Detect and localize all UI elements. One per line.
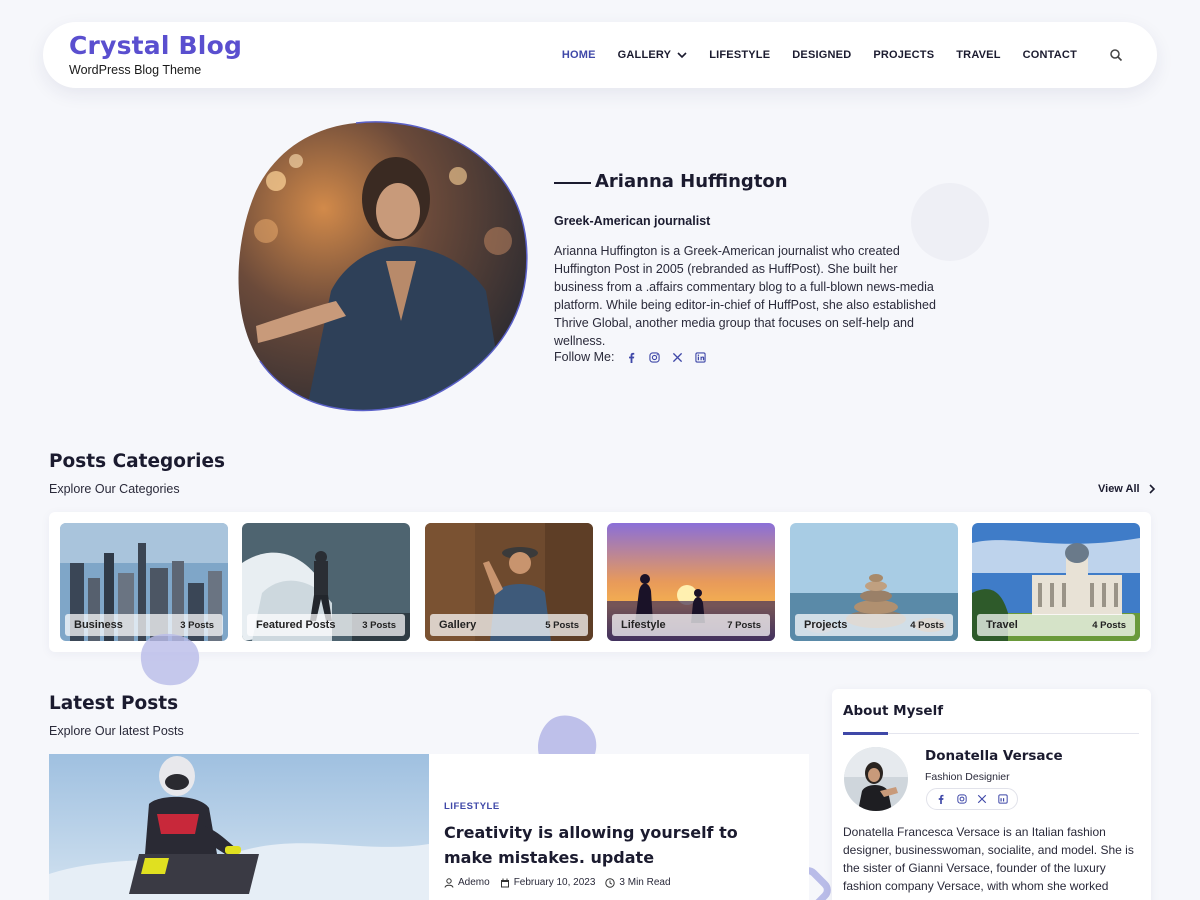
site-header: Crystal Blog WordPress Blog Theme HOME G…	[43, 22, 1157, 88]
search-icon[interactable]	[1109, 48, 1123, 62]
nav-lifestyle-label: LIFESTYLE	[709, 49, 771, 61]
x-icon[interactable]	[672, 352, 683, 363]
category-count: 7 Posts	[727, 619, 761, 631]
chevron-down-icon	[677, 52, 687, 59]
facebook-icon[interactable]	[936, 794, 946, 804]
category-name: Gallery	[439, 619, 477, 631]
nav-travel[interactable]: TRAVEL	[956, 49, 1000, 61]
category-label-bar: Featured Posts 3 Posts	[247, 614, 405, 636]
category-card-gallery[interactable]: Gallery 5 Posts	[425, 523, 593, 641]
chevron-right-icon	[1149, 484, 1155, 494]
nav-travel-label: TRAVEL	[956, 49, 1001, 61]
post-author[interactable]: Ademo	[444, 877, 490, 888]
category-label-bar: Gallery 5 Posts	[430, 614, 588, 636]
main-nav: HOME GALLERY LIFESTYLE DESIGNED PROJECTS…	[540, 22, 1123, 88]
categories-subtitle: Explore Our Categories	[49, 482, 180, 496]
instagram-icon[interactable]	[649, 351, 661, 363]
follow-me: Follow Me:	[554, 350, 707, 364]
category-count: 3 Posts	[180, 619, 214, 631]
about-bio: Donatella Francesca Versace is an Italia…	[843, 825, 1134, 893]
facebook-icon[interactable]	[626, 352, 637, 363]
view-all-link[interactable]: View All	[1098, 483, 1156, 495]
nav-projects-label: PROJECTS	[873, 49, 935, 61]
avatar	[844, 747, 908, 811]
category-label-bar: Projects 4 Posts	[795, 614, 953, 636]
view-all-label: View All	[1098, 483, 1140, 495]
category-card-business[interactable]: Business 3 Posts	[60, 523, 228, 641]
post-read-time: 3 Min Read	[605, 877, 671, 888]
post-category-tag[interactable]: LIFESTYLE	[444, 801, 500, 812]
category-name: Travel	[986, 619, 1018, 631]
about-title: About Myself	[843, 703, 944, 719]
category-count: 5 Posts	[545, 619, 579, 631]
post-date: February 10, 2023	[500, 877, 596, 888]
user-icon	[444, 877, 454, 888]
categories-title: Posts Categories	[49, 451, 226, 472]
post-card[interactable]: LIFESTYLE Creativity is allowing yoursel…	[49, 754, 809, 900]
post-read-time-text: 3 Min Read	[619, 877, 671, 888]
nav-home-label: HOME	[561, 49, 596, 61]
author-role: Greek-American journalist	[554, 214, 711, 228]
category-label-bar: Lifestyle 7 Posts	[612, 614, 770, 636]
latest-posts-subtitle: Explore Our latest Posts	[49, 724, 184, 738]
nav-home[interactable]: HOME	[562, 49, 596, 61]
about-social-links	[926, 788, 1018, 810]
about-name: Donatella Versace	[925, 748, 1063, 764]
categories-panel: Business 3 Posts Featured Posts 3 Posts	[49, 512, 1151, 652]
instagram-icon[interactable]	[957, 794, 967, 804]
nav-lifestyle[interactable]: LIFESTYLE	[709, 49, 770, 61]
latest-posts-title: Latest Posts	[49, 693, 179, 714]
decorative-blob	[140, 633, 200, 686]
linkedin-icon[interactable]	[695, 351, 707, 363]
follow-label: Follow Me:	[554, 350, 615, 364]
category-label-bar: Travel 4 Posts	[977, 614, 1135, 636]
category-card-projects[interactable]: Projects 4 Posts	[790, 523, 958, 641]
nav-contact-label: CONTACT	[1022, 49, 1077, 61]
linkedin-icon[interactable]	[998, 794, 1008, 804]
category-card-featured-posts[interactable]: Featured Posts 3 Posts	[242, 523, 410, 641]
post-image[interactable]	[49, 754, 429, 900]
post-date-text: February 10, 2023	[513, 877, 596, 888]
post-author-name: Ademo	[458, 877, 490, 888]
category-name: Lifestyle	[621, 619, 666, 631]
about-role: Fashion Designier	[925, 771, 1010, 783]
site-title[interactable]: Crystal Blog	[69, 31, 242, 60]
nav-designed[interactable]: DESIGNED	[792, 49, 851, 61]
author-photo	[238, 121, 528, 412]
clock-icon	[605, 877, 616, 888]
calendar-icon	[500, 878, 509, 887]
author-name: Arianna Huffington	[595, 171, 788, 192]
site-tagline: WordPress Blog Theme	[69, 63, 202, 77]
category-count: 4 Posts	[910, 619, 944, 631]
category-card-travel[interactable]: Travel 4 Posts	[972, 523, 1140, 641]
nav-gallery[interactable]: GALLERY	[618, 49, 688, 61]
category-name: Featured Posts	[256, 619, 336, 631]
about-divider-accent	[843, 732, 888, 735]
name-accent-line	[554, 182, 591, 184]
category-count: 3 Posts	[362, 619, 396, 631]
category-name: Projects	[804, 619, 848, 631]
category-name: Business	[74, 619, 123, 631]
nav-contact[interactable]: CONTACT	[1023, 49, 1077, 61]
nav-designed-label: DESIGNED	[792, 49, 852, 61]
post-meta: Ademo February 10, 2023 3 Min Read	[444, 877, 681, 888]
category-card-lifestyle[interactable]: Lifestyle 7 Posts	[607, 523, 775, 641]
about-widget: About Myself Donatella Versace Fashion D…	[832, 689, 1151, 900]
nav-gallery-label: GALLERY	[617, 49, 672, 61]
x-icon[interactable]	[977, 794, 987, 804]
nav-projects[interactable]: PROJECTS	[873, 49, 934, 61]
post-title[interactable]: Creativity is allowing yourself to make …	[444, 820, 784, 870]
site-brand[interactable]: Crystal Blog WordPress Blog Theme	[69, 31, 242, 77]
author-bio: Arianna Huffington is a Greek-American j…	[554, 244, 936, 348]
category-count: 4 Posts	[1092, 619, 1126, 631]
